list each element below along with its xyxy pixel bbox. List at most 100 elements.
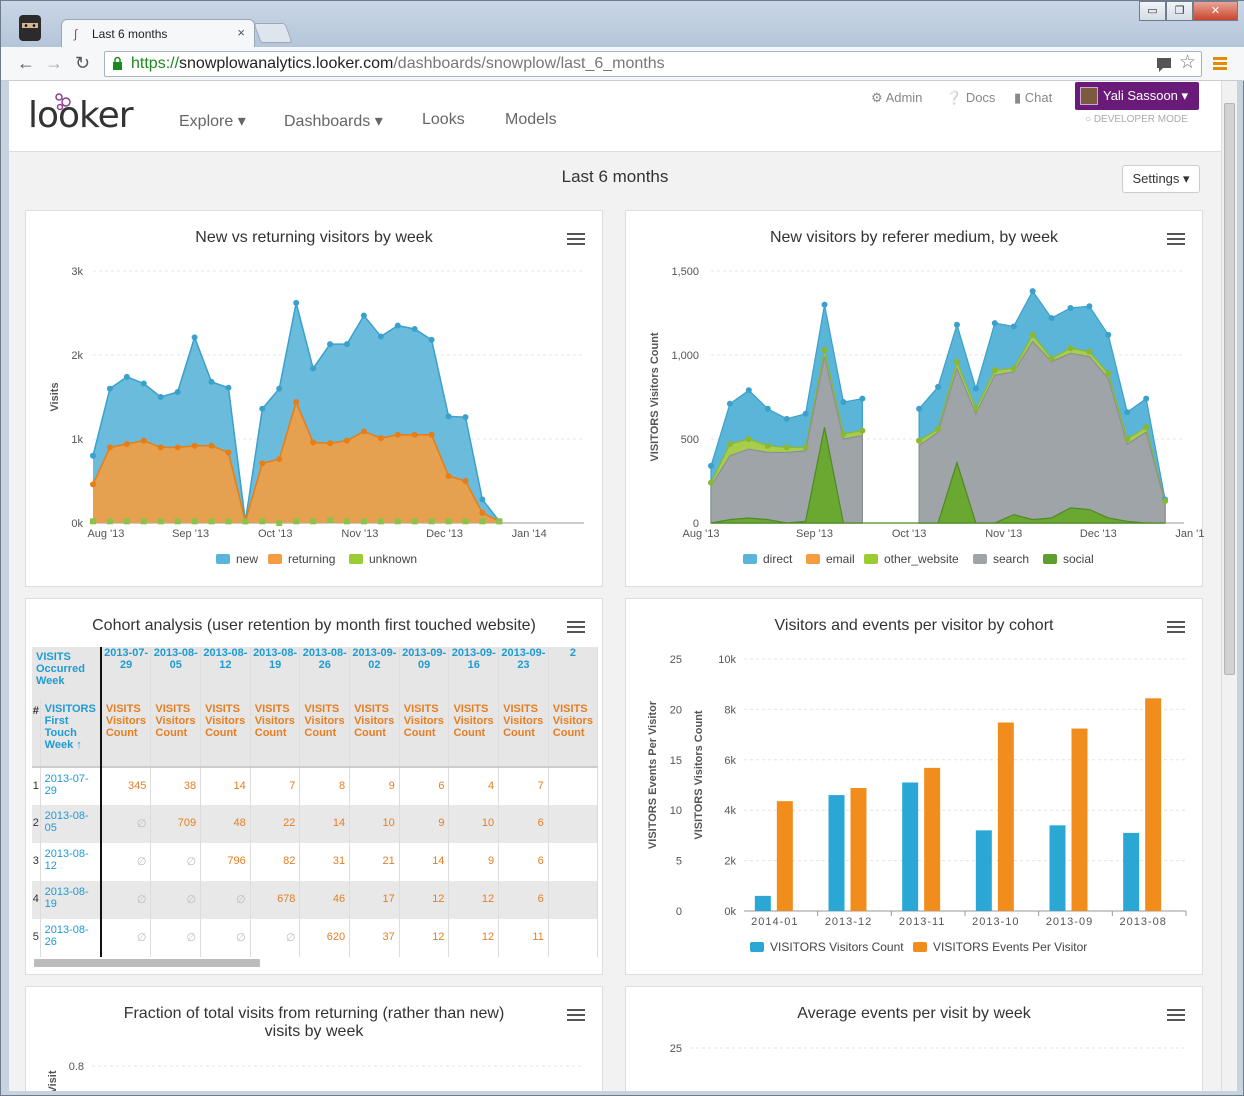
point-unknown	[327, 517, 334, 524]
x-tick-label: Oct '13	[258, 528, 293, 540]
close-window-button[interactable]: ✕	[1193, 1, 1238, 21]
bar-events-per-visitor	[1145, 698, 1162, 911]
point-other-website	[1162, 498, 1169, 505]
new-tab-button[interactable]	[253, 23, 293, 43]
measure-header[interactable]: VISITS Visitors Count	[399, 699, 450, 767]
developer-mode-toggle[interactable]: ○ DEVELOPER MODE	[1085, 114, 1188, 125]
measure-header[interactable]: VISITS Visitors Count	[448, 699, 500, 767]
col-date[interactable]: 2013-09-23	[498, 647, 549, 699]
bar-visitors-count	[1123, 832, 1140, 911]
user-menu[interactable]: Yali Sassoon ▾	[1075, 82, 1199, 110]
reload-icon[interactable]: ↻	[75, 53, 90, 74]
nav-models[interactable]: Models	[505, 111, 557, 129]
row-number: 1	[32, 767, 41, 805]
point-unknown	[90, 518, 96, 525]
looker-logo[interactable]: looker	[28, 95, 134, 136]
admin-label: Admin	[885, 90, 923, 105]
point-returning	[293, 399, 300, 406]
col-date[interactable]: 2013-07-29	[100, 647, 152, 699]
y-left-tick-label: 0	[676, 906, 682, 918]
browser-menu-icon[interactable]	[1213, 57, 1227, 71]
panel-menu-icon[interactable]	[567, 621, 585, 634]
col-date[interactable]: 2013-08-19	[250, 647, 301, 699]
nav-explore[interactable]: Explore ▾	[179, 111, 246, 131]
legend-swatch	[216, 554, 230, 564]
col-date[interactable]: 2013-08-12	[200, 647, 251, 699]
row-dimension-header[interactable]: VISITORS First Touch Week ↑	[40, 699, 102, 767]
point-returning	[394, 431, 401, 438]
y-left-tick-label: 15	[670, 755, 682, 767]
measure-header[interactable]: VISITS Visitors Count	[100, 699, 152, 767]
row-number: 2	[32, 805, 41, 843]
measure-header[interactable]: VISITS Visitors Count	[150, 699, 202, 767]
x-tick-label: 2013-11	[899, 916, 946, 928]
page-scrollbar[interactable]	[1221, 81, 1237, 1091]
address-bar[interactable]: https://snowplowanalytics.looker.com/das…	[104, 51, 1202, 77]
col-date[interactable]: 2	[548, 647, 598, 699]
scrollbar-thumb[interactable]	[1224, 103, 1235, 675]
measure-header[interactable]: VISITS Visitors Count	[548, 699, 598, 767]
point-unknown	[343, 518, 350, 525]
measure-header[interactable]: VISITS Visitors Count	[498, 699, 549, 767]
measure-header[interactable]: VISITS Visitors Count	[250, 699, 301, 767]
col-date[interactable]: 2013-08-26	[299, 647, 351, 699]
col-date[interactable]: 2013-09-02	[349, 647, 400, 699]
close-tab-icon[interactable]: ×	[237, 25, 245, 40]
extension-icon[interactable]	[1155, 56, 1173, 72]
row-week-link[interactable]: 2013-08-12	[40, 843, 102, 881]
ninja-profile-icon[interactable]	[15, 13, 45, 43]
horizontal-scrollbar[interactable]	[34, 959, 260, 967]
point-returning	[479, 509, 486, 516]
point-new	[276, 385, 283, 392]
chat-link[interactable]: ▮ Chat	[1014, 90, 1052, 106]
panel-cohort-analysis: Cohort analysis (user retention by month…	[25, 598, 603, 975]
point-unknown	[191, 518, 198, 525]
back-icon[interactable]: ←	[17, 53, 35, 74]
point-unknown	[394, 518, 401, 525]
col-date[interactable]: 2013-09-09	[399, 647, 450, 699]
admin-link[interactable]: ⚙ Admin	[871, 90, 922, 106]
browser-tab[interactable]: ∫ Last 6 months ×	[61, 19, 255, 47]
cohort-cell	[548, 881, 598, 919]
measure-header[interactable]: VISITS Visitors Count	[299, 699, 351, 767]
browser-toolbar: ← → ↻ https://snowplowanalytics.looker.c…	[1, 47, 1244, 81]
cohort-cell: ∅	[100, 843, 152, 881]
point-direct	[1067, 304, 1074, 311]
point-new	[360, 312, 367, 319]
point-returning	[123, 441, 130, 448]
y-tick-label: 1,500	[671, 266, 699, 278]
point-unknown	[377, 518, 384, 525]
col-date[interactable]: 2013-09-16	[448, 647, 500, 699]
col-date[interactable]: 2013-08-05	[150, 647, 202, 699]
restore-button[interactable]: ❐	[1166, 1, 1193, 21]
row-week-link[interactable]: 2013-08-19	[40, 881, 102, 919]
chart-events-per-visit: 25	[670, 1043, 1184, 1055]
forward-icon[interactable]: →	[45, 53, 63, 74]
close-icon: ✕	[1210, 5, 1221, 17]
y-left-axis-label: VISITORS Events Per Visitor	[647, 700, 659, 849]
row-week-link[interactable]: 2013-07-29	[40, 767, 102, 805]
y-axis-label: Visits	[49, 382, 61, 411]
point-unknown	[411, 518, 418, 525]
row-number: 4	[32, 881, 41, 919]
cohort-cell: 12	[399, 881, 450, 919]
row-week-link[interactable]: 2013-08-05	[40, 805, 102, 843]
row-week-link[interactable]: 2013-08-26	[40, 919, 102, 957]
point-direct	[972, 385, 979, 392]
measure-header[interactable]: VISITS Visitors Count	[200, 699, 251, 767]
point-other-website	[821, 346, 828, 353]
point-unknown	[496, 518, 503, 525]
settings-button[interactable]: Settings ▾	[1122, 165, 1200, 193]
nav-looks[interactable]: Looks	[422, 111, 465, 129]
panel-returning-fraction: Fraction of total visits from returning …	[25, 986, 603, 1091]
minimize-button[interactable]: ▭	[1139, 1, 1166, 21]
bookmark-star-icon[interactable]: ☆	[1179, 51, 1196, 75]
measure-header[interactable]: VISITS Visitors Count	[349, 699, 400, 767]
pivot-header[interactable]: VISITS Occurred Week	[32, 647, 102, 699]
x-tick-label: Jan '14	[1175, 528, 1204, 540]
nav-dashboards[interactable]: Dashboards ▾	[284, 111, 383, 131]
y-right-tick-label: 4k	[724, 805, 736, 817]
legend-swatch	[1043, 554, 1057, 564]
docs-link[interactable]: ❔ Docs	[946, 90, 995, 106]
cohort-cell: 12	[448, 881, 500, 919]
